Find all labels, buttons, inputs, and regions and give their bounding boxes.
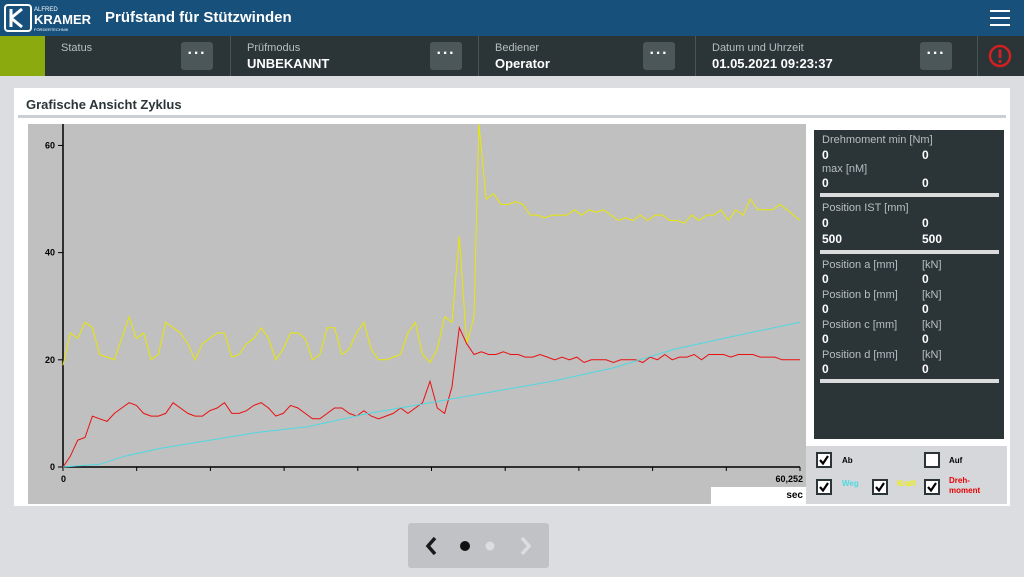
operator-more-button[interactable]: ··· (643, 42, 675, 70)
kraft-checkbox[interactable] (872, 479, 888, 495)
operator-cell: Bediener Operator ··· (479, 36, 696, 76)
position-c-value: 0 (822, 332, 829, 346)
weg-label: Weg (842, 479, 859, 488)
kraft-label: Kraft (897, 479, 916, 488)
position-ist-value: 0 (822, 216, 829, 230)
torque-max-label: max [nM] (822, 163, 868, 175)
status-label: Status (61, 42, 93, 54)
series-toggles: Ab Auf Weg Kraft Dreh- moment (806, 446, 1007, 504)
page-navigator (408, 523, 549, 568)
readout-divider (820, 193, 999, 197)
position-d-value: 0 (822, 362, 829, 376)
status-indicator (0, 36, 45, 76)
svg-text:KRAMER: KRAMER (34, 12, 92, 27)
status-more-button[interactable]: ··· (181, 42, 213, 70)
position-a-label: Position a [mm] (822, 259, 898, 271)
panel-title: Grafische Ansicht Zyklus (26, 97, 182, 112)
title-bar: ALFRED KRAMER FÖRDERTECHNIK Prüfstand fü… (0, 0, 1024, 36)
datetime-cell: Datum und Uhrzeit 01.05.2021 09:23:37 ··… (696, 36, 978, 76)
auf-checkbox[interactable] (924, 452, 940, 468)
torque-min-value: 0 (822, 148, 829, 162)
chevron-right-icon[interactable] (519, 535, 533, 557)
kramer-logo: ALFRED KRAMER FÖRDERTECHNIK (4, 4, 92, 32)
mode-more-button[interactable]: ··· (430, 42, 462, 70)
alarm-icon[interactable] (988, 44, 1012, 68)
position-a-force: 0 (922, 272, 929, 286)
x-tick-label: 60,252 (775, 474, 803, 484)
position-ist-value: 500 (922, 232, 943, 246)
status-cell: Status ··· (45, 36, 231, 76)
drehmoment-checkbox[interactable] (924, 479, 940, 495)
app-title: Prüfstand für Stützwinden (105, 9, 292, 26)
readout-panel: Drehmoment min [Nm] 0 0 max [nM] 0 0 Pos… (814, 130, 1004, 439)
y-tick-label: 0 (50, 462, 55, 472)
y-tick-label: 20 (45, 355, 55, 365)
position-b-force: 0 (922, 302, 929, 316)
position-a-unit: [kN] (922, 259, 942, 271)
mode-label: Prüfmodus (247, 42, 301, 54)
panel-divider (18, 115, 1006, 118)
mode-value: UNBEKANNT (247, 56, 330, 71)
position-ist-label: Position IST [mm] (822, 202, 909, 214)
datetime-label: Datum und Uhrzeit (712, 42, 804, 54)
plot-background (28, 124, 806, 487)
y-tick-label: 40 (45, 248, 55, 258)
torque-max-value: 0 (922, 176, 929, 190)
hamburger-menu-icon[interactable] (990, 10, 1010, 26)
readout-divider (820, 250, 999, 254)
cycle-chart: 0 20 40 60 0 60,252 sec (28, 124, 806, 504)
torque-min-value: 0 (922, 148, 929, 162)
position-c-unit: [kN] (922, 319, 942, 331)
position-b-value: 0 (822, 302, 829, 316)
page-dot[interactable] (485, 541, 495, 551)
position-a-value: 0 (822, 272, 829, 286)
ab-label: Ab (842, 456, 853, 465)
operator-label: Bediener (495, 42, 540, 54)
datetime-more-button[interactable]: ··· (920, 42, 952, 70)
auf-label: Auf (949, 456, 963, 465)
position-d-force: 0 (922, 362, 929, 376)
y-tick-label: 60 (45, 140, 55, 150)
torque-min-label: Drehmoment min [Nm] (822, 134, 933, 146)
drehmoment-label: Dreh- moment (949, 476, 981, 495)
operator-value: Operator (495, 56, 550, 71)
position-c-force: 0 (922, 332, 929, 346)
position-ist-value: 0 (922, 216, 929, 230)
ab-checkbox[interactable] (816, 452, 832, 468)
position-b-label: Position b [mm] (822, 289, 898, 301)
datetime-value: 01.05.2021 09:23:37 (712, 56, 833, 71)
position-d-label: Position d [mm] (822, 349, 898, 361)
weg-checkbox[interactable] (816, 479, 832, 495)
chevron-left-icon[interactable] (424, 535, 438, 557)
x-axis-unit: sec (786, 490, 803, 501)
position-ist-value: 500 (822, 232, 843, 246)
status-bar: Status ··· Prüfmodus UNBEKANNT ··· Bedie… (0, 36, 1024, 76)
position-b-unit: [kN] (922, 289, 942, 301)
page-dot-active[interactable] (459, 540, 471, 552)
torque-max-value: 0 (822, 176, 829, 190)
mode-cell: Prüfmodus UNBEKANNT ··· (231, 36, 479, 76)
position-d-unit: [kN] (922, 349, 942, 361)
readout-divider (820, 379, 999, 383)
position-c-label: Position c [mm] (822, 319, 898, 331)
axis-strip (28, 487, 711, 504)
svg-text:FÖRDERTECHNIK: FÖRDERTECHNIK (34, 27, 69, 32)
x-tick-label: 0 (61, 474, 66, 484)
